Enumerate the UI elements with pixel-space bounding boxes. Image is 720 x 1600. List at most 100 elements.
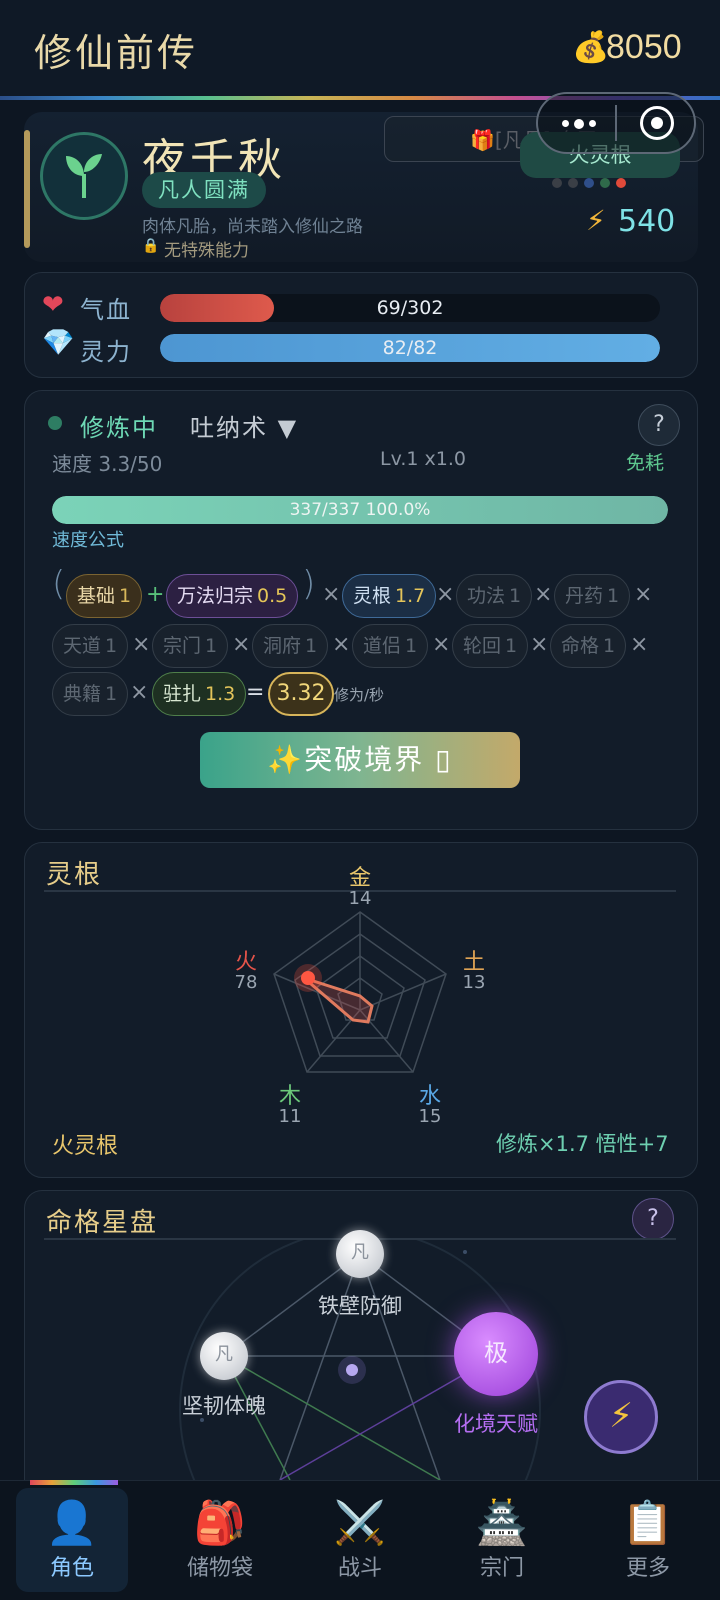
chip-label: 基础: [77, 585, 116, 607]
hp-text: 69/302: [376, 297, 444, 319]
element-wood-value: 11: [278, 1106, 302, 1127]
chip-label: 丹药: [565, 585, 604, 607]
chip-value: 1: [603, 635, 616, 657]
chip-value: 1: [205, 635, 218, 657]
chip-base[interactable]: 基础 1: [66, 574, 143, 618]
spirit-root-name: 火灵根: [52, 1134, 119, 1159]
chip-label: 洞府: [263, 635, 302, 657]
times-op: ×: [534, 582, 553, 607]
chip-value: 1.7: [395, 585, 426, 607]
dot: [562, 120, 569, 127]
help-button[interactable]: ?: [638, 404, 680, 446]
open-paren: (: [52, 564, 66, 604]
fate-node-right-label: 化境天赋: [454, 1412, 538, 1436]
element-water-value: 15: [418, 1106, 442, 1127]
breakthrough-button[interactable]: ✨突破境界 ▯: [200, 732, 520, 788]
chip-label: 驻扎: [163, 683, 202, 705]
result-chip: 3.32: [268, 672, 334, 716]
chip-zhuzha[interactable]: 驻扎 1.3: [152, 672, 247, 716]
nav-label: 战斗: [337, 1556, 382, 1581]
node-glyph: 凡: [351, 1242, 369, 1263]
chip-zongmen[interactable]: 宗门 1: [152, 624, 229, 668]
chip-label: 典籍: [63, 683, 102, 705]
cultivation-progress-text: 337/337 100.0%: [289, 500, 431, 520]
fate-node-top-label: 铁壁防御: [318, 1294, 402, 1318]
technique-dropdown[interactable]: 吐纳术 ▼: [190, 408, 298, 443]
root-dot: [552, 178, 562, 188]
nav-label: 储物袋: [186, 1556, 253, 1581]
chip-wanfa[interactable]: 万法归宗 0.5: [166, 574, 299, 618]
speed-text: 速度 3.3/50: [52, 452, 163, 476]
nav-label: 宗门: [479, 1556, 524, 1581]
chip-label: 灵根: [353, 585, 392, 607]
fate-title: 命格星盘: [46, 1208, 159, 1238]
mp-bar: 82/82: [160, 334, 660, 362]
chip-value: 1: [105, 683, 118, 705]
chip-value: 1: [405, 635, 418, 657]
element-fire-value: 78: [234, 972, 258, 993]
app-title: 修仙前传: [34, 31, 199, 75]
chip-lunhui[interactable]: 轮回 1: [452, 624, 529, 668]
chip-value: 1: [505, 635, 518, 657]
chip-value: 1: [105, 635, 118, 657]
backpack-icon: 🎒: [193, 1498, 247, 1547]
fate-node-left[interactable]: 凡: [200, 1332, 248, 1380]
dot: [589, 120, 596, 127]
chip-label: 道侣: [363, 635, 402, 657]
chip-daolv[interactable]: 道侣 1: [352, 624, 429, 668]
realm-badge: 凡人圆满: [142, 172, 266, 208]
coin-count: 8050: [606, 28, 682, 66]
fate-node-top[interactable]: 凡: [336, 1230, 384, 1278]
nav-item-more[interactable]: 📋 更多: [588, 1486, 708, 1590]
hp-label: 气血: [80, 296, 132, 324]
root-dot: [600, 178, 610, 188]
profile-accent-bar: [24, 130, 30, 248]
fate-node-right[interactable]: 极: [454, 1312, 538, 1396]
chip-label: 宗门: [163, 635, 202, 657]
more-dots-icon[interactable]: [560, 110, 600, 138]
chip-gongfa[interactable]: 功法 1: [456, 574, 533, 618]
chip-dianji[interactable]: 典籍 1: [52, 672, 129, 716]
chip-label: 轮回: [463, 635, 502, 657]
node-glyph: 凡: [215, 1344, 233, 1365]
nav-rainbow-strip: [30, 1480, 118, 1485]
chip-label: 功法: [467, 585, 506, 607]
element-earth-value: 13: [462, 972, 486, 993]
result-unit: 修为/秒: [334, 686, 385, 704]
spirit-root-title: 灵根: [46, 860, 103, 890]
chip-tiandao[interactable]: 天道 1: [52, 624, 129, 668]
chip-danyao[interactable]: 丹药 1: [554, 574, 631, 618]
status-dot: [48, 416, 62, 430]
chip-dongfu[interactable]: 洞府 1: [252, 624, 329, 668]
nav-item-sect[interactable]: 🏯 宗门: [442, 1486, 562, 1590]
nav-item-character[interactable]: 👤 角色: [12, 1486, 132, 1590]
target-ring-center: [651, 117, 663, 129]
lightning-action-button[interactable]: ⚡: [584, 1380, 658, 1454]
times-op: ×: [436, 582, 455, 607]
gift-icon: 🎁: [470, 128, 495, 152]
energy-value: 540: [618, 204, 676, 239]
times-op: ×: [634, 582, 653, 607]
times-op: ×: [130, 680, 149, 705]
fate-help-button[interactable]: ?: [632, 1198, 674, 1240]
equals-op: =: [246, 680, 265, 705]
formula-label: 速度公式: [52, 530, 124, 551]
nav-item-bag[interactable]: 🎒 储物袋: [160, 1486, 280, 1590]
nav-item-battle[interactable]: ⚔️ 战斗: [300, 1486, 420, 1590]
chip-root[interactable]: 灵根 1.7: [342, 574, 437, 618]
chip-value: 1: [509, 585, 522, 607]
times-op: ×: [132, 632, 151, 657]
sprout-icon: [62, 150, 106, 210]
root-dot: [568, 178, 578, 188]
close-paren: ): [302, 564, 316, 604]
lightning-icon: ⚡: [586, 204, 606, 237]
plus-op: +: [146, 582, 165, 607]
spirit-root-bonus: 修炼×1.7 悟性+7: [496, 1132, 669, 1156]
lock-icon: 🔒: [142, 238, 160, 254]
capsule-divider: [615, 105, 617, 141]
element-metal-value: 14: [348, 888, 372, 909]
diamond-icon: 💎: [42, 328, 75, 358]
cultivation-progress-bar: 337/337 100.0%: [52, 496, 668, 524]
chip-mingge[interactable]: 命格 1: [550, 624, 627, 668]
realm-description: 肉体凡胎，尚未踏入修仙之路: [142, 217, 363, 237]
